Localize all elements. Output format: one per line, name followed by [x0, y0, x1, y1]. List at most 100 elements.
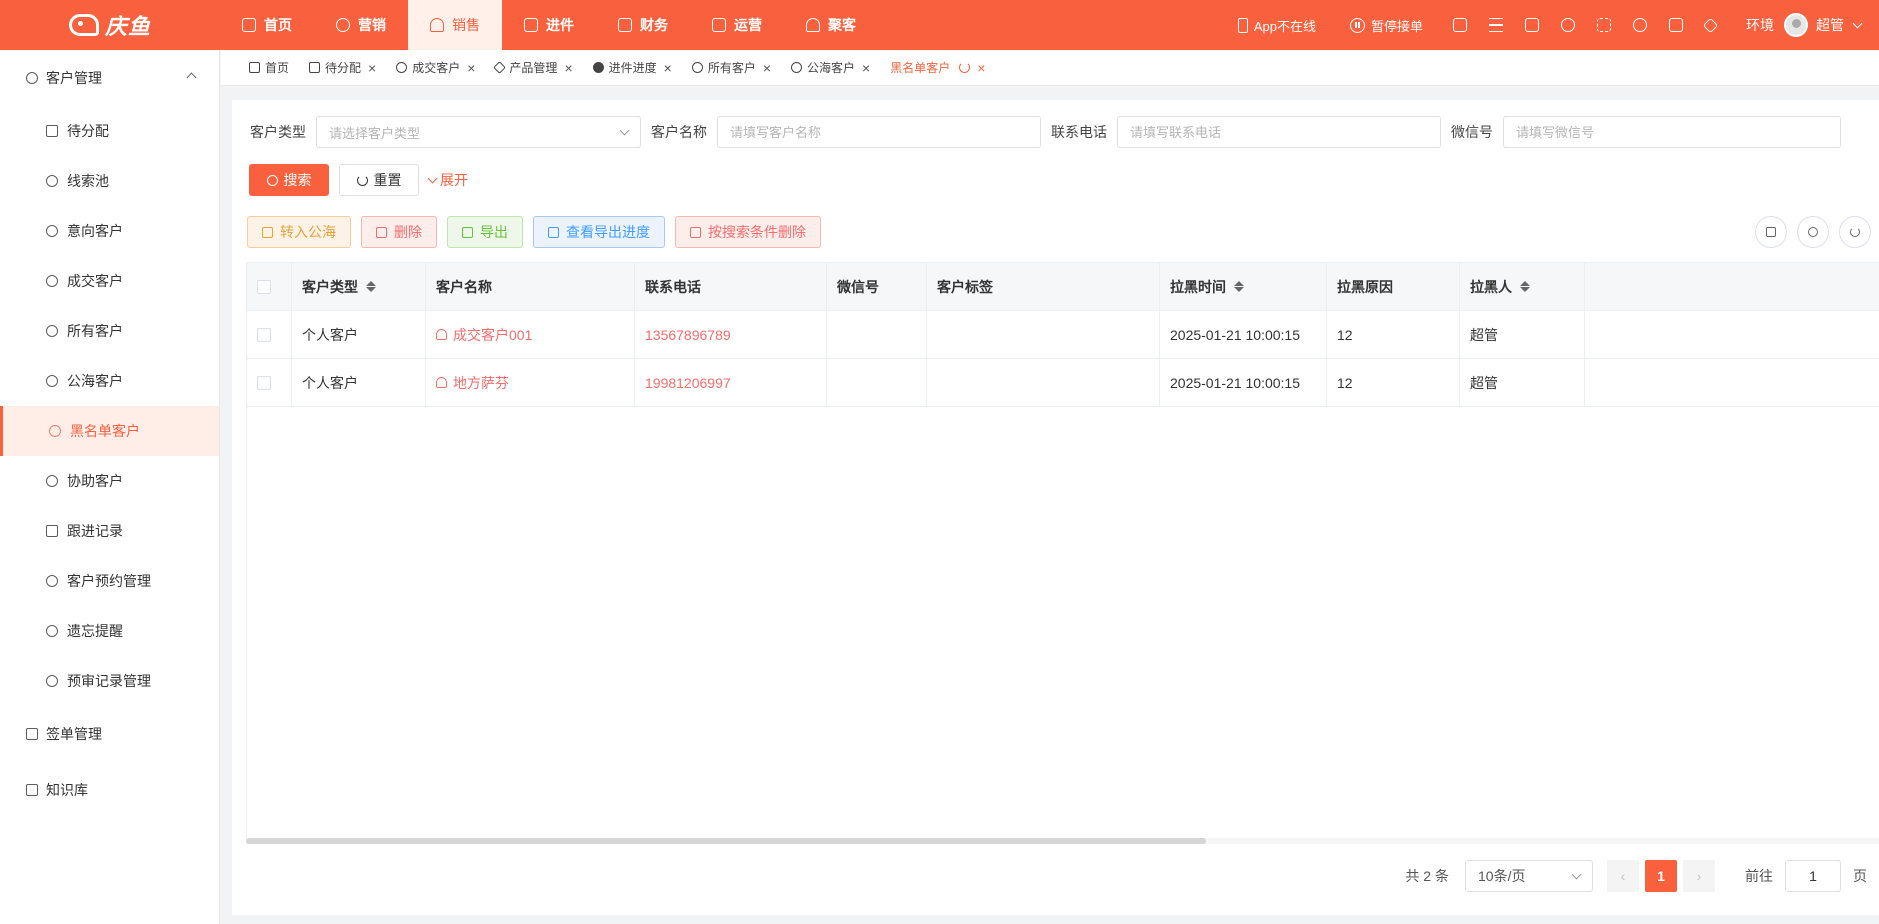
topnav-intake[interactable]: 进件	[502, 0, 596, 50]
expand-toggle[interactable]: 展开	[427, 170, 468, 190]
tab-intake-progress[interactable]: 进件进度 ×	[592, 59, 672, 76]
close-icon[interactable]: ×	[467, 61, 475, 75]
trash-icon	[690, 226, 701, 238]
topnav-sales[interactable]: 销售	[408, 0, 502, 50]
menu-lines-icon[interactable]	[1489, 18, 1503, 32]
export-progress-button[interactable]: 查看导出进度	[533, 216, 665, 248]
tab-product[interactable]: 产品管理 ×	[493, 59, 573, 76]
phone-field[interactable]	[1117, 116, 1441, 148]
header-blocked-by[interactable]: 拉黑人	[1460, 263, 1585, 311]
refresh-table-button[interactable]	[1839, 216, 1871, 248]
sidebar-item-public[interactable]: 公海客户	[0, 356, 219, 406]
close-icon[interactable]: ×	[862, 61, 870, 75]
sidebar-group-sign[interactable]: 签单管理	[0, 706, 219, 762]
sidebar-item-followup[interactable]: 跟进记录	[0, 506, 219, 556]
sidebar-item-blacklist[interactable]: 黑名单客户	[0, 406, 219, 456]
page-size-select[interactable]: 10条/页	[1465, 860, 1593, 892]
bell-icon[interactable]	[1561, 18, 1575, 32]
row-checkbox[interactable]	[257, 375, 271, 390]
sidebar-item-label: 跟进记录	[67, 523, 123, 539]
avatar[interactable]	[1784, 13, 1808, 37]
sort-icon[interactable]	[1234, 281, 1244, 292]
close-icon[interactable]: ×	[664, 61, 672, 75]
sidebar-item-appointment[interactable]: 客户预约管理	[0, 556, 219, 606]
delete-by-condition-button[interactable]: 按搜索条件删除	[675, 216, 821, 248]
sidebar-group-knowledge[interactable]: 知识库	[0, 762, 219, 818]
page-number[interactable]: 1	[1645, 860, 1677, 892]
refresh-icon[interactable]	[959, 62, 971, 73]
tab-deal[interactable]: 成交客户 ×	[396, 59, 475, 76]
close-icon[interactable]: ×	[368, 61, 376, 75]
sidebar-item-intent[interactable]: 意向客户	[0, 206, 219, 256]
tab-all[interactable]: 所有客户 ×	[691, 59, 771, 76]
cell-customer-name[interactable]: 地方萨芬	[426, 358, 635, 407]
next-page-button[interactable]: ›	[1683, 860, 1715, 892]
app-status[interactable]: App不在线	[1237, 16, 1316, 35]
horizontal-scrollbar[interactable]	[246, 838, 1879, 844]
lock-icon[interactable]	[1453, 18, 1467, 32]
header-block-time[interactable]: 拉黑时间	[1160, 263, 1327, 311]
scrollbar-thumb[interactable]	[246, 838, 1206, 844]
brand-logo[interactable]: 庆鱼	[0, 0, 220, 50]
close-icon[interactable]: ×	[763, 61, 771, 75]
to-public-button[interactable]: 转入公海	[247, 216, 351, 248]
user-name[interactable]: 超管	[1816, 15, 1844, 35]
cell-customer-name[interactable]: 成交客户001	[426, 310, 635, 359]
tab-pending[interactable]: 待分配 ×	[309, 59, 376, 76]
topnav-operation[interactable]: 运营	[690, 0, 784, 50]
customer-name-field[interactable]	[717, 116, 1041, 148]
row-checkbox[interactable]	[257, 327, 271, 342]
table-row[interactable]: 个人客户 地方萨芬 19981206997 2025-01-21 10:00:1…	[247, 358, 1879, 407]
tab-blacklist[interactable]: 黑名单客户 ×	[890, 59, 985, 76]
wechat-input[interactable]	[1516, 117, 1840, 147]
reset-button[interactable]: 重置	[339, 164, 419, 196]
briefcase-icon[interactable]	[1669, 18, 1683, 32]
search-icon[interactable]	[1633, 18, 1647, 32]
header-customer-type[interactable]: 客户类型	[292, 263, 426, 311]
table-row[interactable]: 个人客户 成交客户001 13567896789 2025-01-21 10:0…	[247, 310, 1879, 359]
topnav-home[interactable]: 首页	[220, 0, 314, 50]
sidebar-item-assist[interactable]: 协助客户	[0, 456, 219, 506]
search-button[interactable]: 搜索	[249, 164, 329, 196]
topnav-marketing[interactable]: 营销	[314, 0, 408, 50]
toggle-search-button[interactable]	[1797, 216, 1829, 248]
sidebar-item-all[interactable]: 所有客户	[0, 306, 219, 356]
sidebar-item-deal[interactable]: 成交客户	[0, 256, 219, 306]
cell-phone[interactable]: 19981206997	[635, 358, 827, 407]
close-icon[interactable]: ×	[564, 61, 572, 75]
sort-icon[interactable]	[1520, 281, 1530, 292]
refresh-icon	[356, 174, 368, 186]
wechat-field[interactable]	[1503, 116, 1841, 148]
env-label[interactable]: 环境	[1746, 15, 1774, 35]
user-public-icon	[46, 375, 58, 387]
pause-orders-button[interactable]: 暂停接单	[1349, 16, 1423, 35]
sidebar-item-preaudit[interactable]: 预审记录管理	[0, 656, 219, 706]
tab-home[interactable]: 首页	[249, 59, 289, 76]
customer-name-link[interactable]: 成交客户001	[453, 325, 532, 345]
tab-public[interactable]: 公海客户 ×	[791, 59, 870, 76]
topnav-gather[interactable]: 聚客	[784, 0, 878, 50]
home-icon	[249, 62, 260, 73]
column-settings-button[interactable]	[1755, 216, 1787, 248]
goto-page-input[interactable]	[1785, 860, 1841, 892]
close-icon[interactable]: ×	[977, 61, 985, 75]
customer-type-select[interactable]: 请选择客户类型	[316, 116, 641, 148]
fullscreen-icon[interactable]	[1597, 18, 1611, 32]
delete-button[interactable]: 删除	[361, 216, 437, 248]
phone-input[interactable]	[1130, 117, 1440, 147]
export-button[interactable]: 导出	[447, 216, 523, 248]
cell-phone[interactable]: 13567896789	[635, 310, 827, 359]
select-all-checkbox[interactable]	[257, 279, 271, 294]
sidebar-group-customer[interactable]: 客户管理	[0, 50, 219, 106]
chevron-down-icon[interactable]	[1852, 18, 1863, 28]
send-icon[interactable]	[1702, 17, 1719, 33]
customer-name-input[interactable]	[730, 117, 1040, 147]
sidebar-item-clue-pool[interactable]: 线索池	[0, 156, 219, 206]
topnav-finance[interactable]: 财务	[596, 0, 690, 50]
prev-page-button[interactable]: ‹	[1607, 860, 1639, 892]
sidebar-item-pending[interactable]: 待分配	[0, 106, 219, 156]
sidebar-item-reminder[interactable]: 遗忘提醒	[0, 606, 219, 656]
shirt-icon[interactable]	[1525, 18, 1539, 32]
customer-name-link[interactable]: 地方萨芬	[453, 373, 509, 393]
sort-icon[interactable]	[366, 281, 376, 292]
